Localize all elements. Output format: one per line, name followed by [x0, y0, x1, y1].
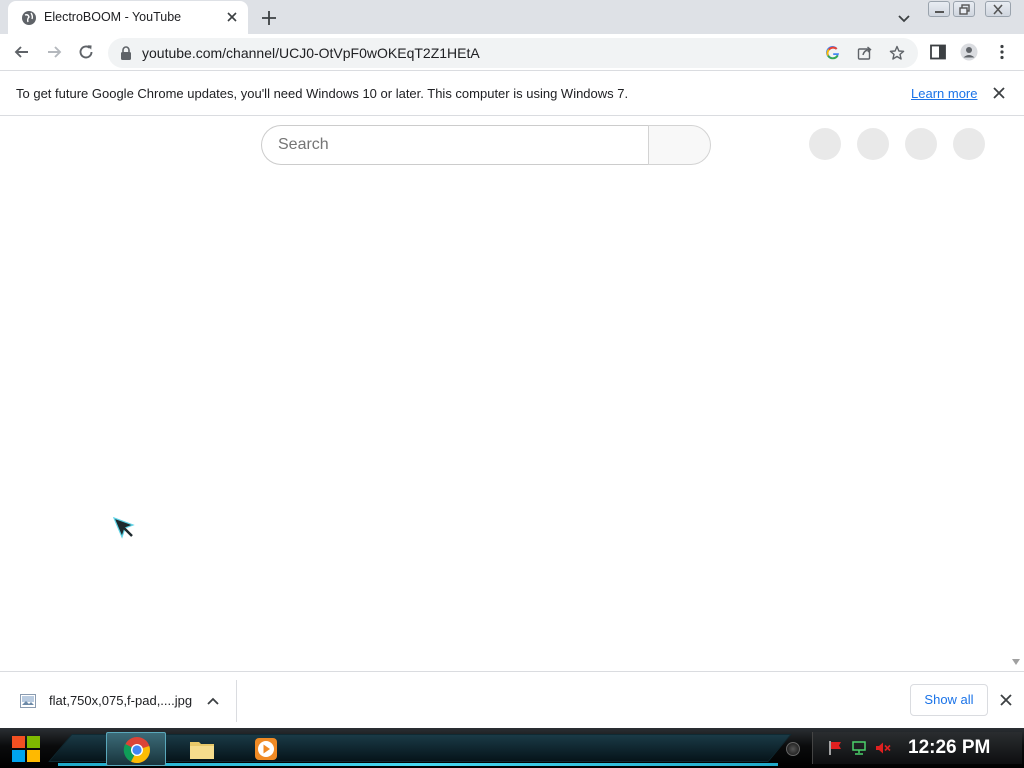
network-icon[interactable]	[851, 740, 867, 756]
restore-button[interactable]	[953, 1, 975, 17]
profile-avatar-icon[interactable]	[960, 43, 978, 61]
header-button-placeholder[interactable]	[857, 128, 889, 160]
side-panel-icon[interactable]	[929, 43, 947, 61]
taskbar-chrome[interactable]	[106, 732, 166, 766]
page-content	[0, 117, 1024, 671]
show-all-button[interactable]: Show all	[910, 684, 988, 716]
close-icon[interactable]	[992, 86, 1006, 100]
learn-more-link[interactable]: Learn more	[911, 86, 977, 101]
url-text[interactable]: youtube.com/channel/UCJ0-OtVpF0wOKEqT2Z1…	[142, 45, 480, 61]
star-icon[interactable]	[889, 45, 905, 61]
close-window-button[interactable]	[985, 1, 1011, 17]
search-box	[261, 125, 649, 165]
minimize-button[interactable]	[928, 1, 950, 17]
search-input[interactable]	[278, 134, 638, 156]
header-button-placeholder[interactable]	[905, 128, 937, 160]
volume-muted-icon[interactable]	[875, 740, 891, 756]
close-icon	[993, 4, 1003, 15]
system-tray: 12:26 PM	[812, 732, 1022, 764]
taskbar-explorer[interactable]	[172, 732, 232, 766]
taskbar-glow	[58, 763, 778, 766]
folder-icon	[190, 742, 214, 759]
infobar-message: To get future Google Chrome updates, you…	[16, 86, 629, 101]
lock-icon[interactable]	[120, 46, 132, 60]
clock[interactable]: 12:26 PM	[908, 737, 990, 759]
avatar-placeholder[interactable]	[953, 128, 985, 160]
tab-close-icon[interactable]	[224, 9, 240, 25]
tab-title: ElectroBOOM - YouTube	[44, 10, 182, 24]
download-file-name[interactable]: flat,750x,075,f-pad,....jpg	[49, 693, 192, 708]
media-player-icon	[255, 738, 277, 760]
browser-toolbar: youtube.com/channel/UCJ0-OtVpF0wOKEqT2Z1…	[0, 34, 1024, 71]
reload-icon[interactable]	[76, 42, 96, 62]
image-file-icon	[20, 694, 36, 708]
tab-electroboom[interactable]: ElectroBOOM - YouTube	[8, 1, 248, 34]
taskbar-media-player[interactable]	[236, 732, 296, 766]
divider	[236, 680, 237, 722]
show-desktop-button[interactable]	[786, 742, 800, 756]
forward-arrow-icon[interactable]	[44, 42, 64, 62]
globe-icon	[22, 11, 36, 25]
chevron-up-icon[interactable]	[206, 694, 220, 708]
new-tab-icon[interactable]	[258, 7, 280, 29]
header-button-placeholder[interactable]	[809, 128, 841, 160]
minimize-icon	[935, 11, 944, 13]
taskbar: 12:26 PM	[0, 728, 1024, 768]
close-icon[interactable]	[999, 693, 1013, 707]
mouse-cursor-icon	[112, 516, 135, 539]
back-arrow-icon[interactable]	[12, 42, 32, 62]
restore-icon	[959, 4, 970, 15]
more-menu-icon[interactable]	[993, 43, 1011, 61]
chevron-down-icon[interactable]	[896, 10, 912, 26]
search-button[interactable]	[648, 125, 711, 165]
action-center-flag-icon[interactable]	[827, 740, 843, 756]
download-shelf: flat,750x,075,f-pad,....jpg Show all	[0, 671, 1024, 728]
scroll-down-arrow-icon[interactable]	[1012, 658, 1020, 666]
address-bar[interactable]: youtube.com/channel/UCJ0-OtVpF0wOKEqT2Z1…	[108, 38, 918, 68]
google-lens-icon[interactable]	[825, 45, 841, 61]
share-icon[interactable]	[857, 45, 873, 61]
update-infobar: To get future Google Chrome updates, you…	[0, 71, 1024, 116]
chrome-icon	[123, 737, 150, 764]
windows-start-icon[interactable]	[8, 733, 44, 765]
tab-strip: ElectroBOOM - YouTube	[0, 0, 1024, 34]
